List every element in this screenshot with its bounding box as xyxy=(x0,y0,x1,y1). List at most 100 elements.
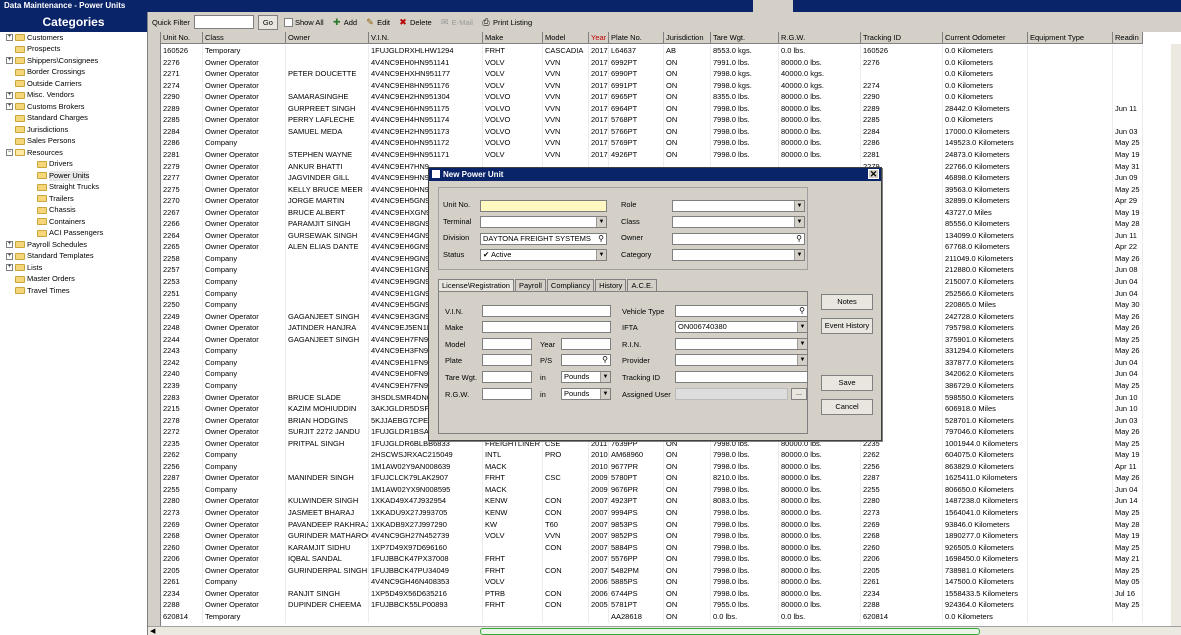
sidebar-item-prospects[interactable]: Prospects xyxy=(6,44,60,55)
table-row[interactable]: 2284 Owner Operator SAMUEL MEDA 4V4NC9EH2HN… xyxy=(161,125,1143,138)
sidebar-item-jurisdictions[interactable]: Jurisdictions xyxy=(6,124,68,135)
add-button[interactable]: ✚ Add xyxy=(330,17,359,27)
event-history-button[interactable]: Event History xyxy=(821,318,873,334)
table-row[interactable]: 2276 Owner Operator 4V4NC9EH0HN951141 VOLV V… xyxy=(161,56,1143,69)
collapse-icon[interactable]: − xyxy=(6,149,13,156)
tab-history[interactable]: History xyxy=(595,279,627,291)
rin-select[interactable]: ▼ xyxy=(675,338,808,350)
sidebar-item-power-units[interactable]: Power Units xyxy=(28,170,90,181)
scroll-left-icon[interactable]: ◀ xyxy=(150,627,155,635)
go-button[interactable]: Go xyxy=(257,14,278,30)
rgw-input[interactable] xyxy=(482,388,532,400)
table-row[interactable]: 2271 Owner Operator PETER DOUCETTE 4V4NC9EH… xyxy=(161,68,1143,80)
sidebar-item-aci-passengers[interactable]: ACI Passengers xyxy=(28,228,103,239)
column-header[interactable]: Jurisdiction xyxy=(664,32,711,44)
rgw-unit-select[interactable]: Pounds ▼ xyxy=(561,388,611,400)
sidebar-item-outside-carriers[interactable]: Outside Carriers xyxy=(6,78,82,89)
table-row[interactable]: 2274 Owner Operator 4V4NC9EH8HN951176 VOLV V… xyxy=(161,79,1143,92)
sidebar-item-containers[interactable]: Containers xyxy=(28,216,85,227)
column-header[interactable]: V.I.N. xyxy=(369,32,483,44)
close-icon[interactable]: ✕ xyxy=(868,169,879,179)
save-button[interactable]: Save xyxy=(821,375,873,391)
vehicle-type-input[interactable]: ⚲ xyxy=(675,305,808,317)
column-header[interactable]: Class xyxy=(203,32,286,44)
table-row[interactable]: 2205 Owner Operator GURINDERPAL SINGH 1FUJB… xyxy=(161,564,1143,577)
chevron-down-icon[interactable]: ▼ xyxy=(596,250,606,260)
cancel-button[interactable]: Cancel xyxy=(821,399,873,415)
terminal-select[interactable]: ▼ xyxy=(480,216,607,228)
scroll-thumb[interactable] xyxy=(480,628,980,635)
vertical-scrollbar[interactable] xyxy=(1171,44,1181,626)
ifta-select[interactable]: ON006740380 ▼ xyxy=(675,321,808,333)
tab-compliancy[interactable]: Compliancy xyxy=(546,279,595,291)
table-row[interactable]: 2290 Owner Operator SAMARASINGHE 4V4NC9EH2H… xyxy=(161,91,1143,103)
column-header[interactable]: Owner xyxy=(286,32,369,44)
print-listing-button[interactable]: ⎙ Print Listing xyxy=(479,17,534,27)
email-button[interactable]: ✉ E-Mail xyxy=(438,17,475,27)
column-header[interactable]: Model xyxy=(543,32,589,44)
table-row[interactable]: 2260 Owner Operator KARAMJIT SIDHU 1XP7D49X… xyxy=(161,541,1143,554)
table-row[interactable]: 2268 Owner Operator GURINDER MATHAROO 4V4NC… xyxy=(161,530,1143,542)
chevron-down-icon[interactable]: ▼ xyxy=(600,372,610,382)
chevron-down-icon[interactable]: ▼ xyxy=(794,201,804,211)
owner-input[interactable]: ⚲ xyxy=(672,233,805,245)
table-row[interactable]: 2280 Owner Operator KULWINDER SINGH 1XKAD49… xyxy=(161,495,1143,508)
chevron-down-icon[interactable]: ▼ xyxy=(596,217,606,227)
model-input[interactable] xyxy=(482,338,532,350)
sidebar-item-shippers-consignees[interactable]: + Shippers\Consignees xyxy=(6,55,98,66)
make-input[interactable] xyxy=(482,321,611,333)
search-icon[interactable]: ⚲ xyxy=(598,234,604,244)
sidebar-item-drivers[interactable]: Drivers xyxy=(28,159,73,170)
column-header[interactable]: Tare Wgt. xyxy=(711,32,779,44)
horizontal-scrollbar[interactable]: ◀ xyxy=(148,626,1181,635)
tare-unit-select[interactable]: Pounds ▼ xyxy=(561,371,611,383)
provider-select[interactable]: ▼ xyxy=(675,354,808,366)
table-row[interactable]: 2273 Owner Operator JASMEET BHARAJ 1XKADU9X… xyxy=(161,507,1143,519)
tab-payroll[interactable]: Payroll xyxy=(514,279,546,291)
sidebar-item-misc-vendors[interactable]: + Misc. Vendors xyxy=(6,90,74,101)
column-header[interactable]: Current Odometer xyxy=(943,32,1028,44)
notes-button[interactable]: Notes xyxy=(821,294,873,310)
assigned-user-browse-button[interactable]: ... xyxy=(791,388,807,400)
expand-icon[interactable]: + xyxy=(6,103,13,110)
chevron-down-icon[interactable]: ▼ xyxy=(600,389,610,399)
column-header[interactable]: Readin xyxy=(1113,32,1143,44)
table-row[interactable]: 2262 Company 2HSCWSJRXAC215049 INTL PRO 2010 A… xyxy=(161,449,1143,461)
sidebar-item-border-crossings[interactable]: Border Crossings xyxy=(6,67,85,78)
unit-no-input[interactable] xyxy=(480,200,607,212)
table-row[interactable]: 2289 Owner Operator GURPREET SINGH 4V4NC9EH… xyxy=(161,102,1143,115)
chevron-down-icon[interactable]: ▼ xyxy=(797,355,807,365)
expand-icon[interactable]: + xyxy=(6,34,13,41)
sidebar-item-trailers[interactable]: Trailers xyxy=(28,193,74,204)
expand-icon[interactable]: + xyxy=(6,252,13,260)
table-row[interactable]: 620814 Temporary AA28618 ON 0.0 lbs. 0.0 lbs.… xyxy=(161,610,1143,623)
sidebar-item-payroll-schedules[interactable]: + Payroll Schedules xyxy=(6,239,87,250)
column-header[interactable]: Unit No. xyxy=(161,32,203,44)
table-row[interactable]: 2287 Owner Operator MANINDER SINGH 1FUJCLCK… xyxy=(161,472,1143,485)
expand-icon[interactable]: + xyxy=(6,91,13,99)
sidebar-item-master-orders[interactable]: Master Orders xyxy=(6,274,75,285)
sidebar-item-customers[interactable]: + Customers xyxy=(6,32,63,43)
tare-weight-input[interactable] xyxy=(482,371,532,383)
table-row[interactable]: 2206 Owner Operator IQBAL SANDAL 1FUJBBCK47… xyxy=(161,553,1143,565)
delete-button[interactable]: ✖ Delete xyxy=(396,17,434,27)
role-select[interactable]: ▼ xyxy=(672,200,805,212)
table-row[interactable]: 2234 Owner Operator RANJIT SINGH 1XP5D49X56… xyxy=(161,587,1143,600)
tab-ace[interactable]: A.C.E. xyxy=(627,279,658,291)
category-select[interactable]: ▼ xyxy=(672,249,805,261)
sidebar-item-customs-brokers[interactable]: + Customs Brokers xyxy=(6,101,85,112)
chevron-down-icon[interactable]: ▼ xyxy=(797,322,807,332)
chevron-down-icon[interactable]: ▼ xyxy=(794,217,804,227)
edit-button[interactable]: ✎ Edit xyxy=(363,17,392,27)
search-icon[interactable]: ⚲ xyxy=(602,355,608,365)
sidebar-item-straight-trucks[interactable]: Straight Trucks xyxy=(28,182,99,193)
year-input[interactable] xyxy=(561,338,611,350)
search-icon[interactable]: ⚲ xyxy=(799,306,805,316)
table-row[interactable]: 2256 Company 1M1AW02Y9AN008639 MACK 2010 9677… xyxy=(161,460,1143,473)
chevron-down-icon[interactable]: ▼ xyxy=(797,339,807,349)
sidebar-item-travel-times[interactable]: Travel Times xyxy=(6,285,70,296)
class-select[interactable]: ▼ xyxy=(672,216,805,228)
sidebar-item-lists[interactable]: + Lists xyxy=(6,262,42,273)
column-header[interactable]: Make xyxy=(483,32,543,44)
column-header[interactable]: Year xyxy=(589,32,609,44)
